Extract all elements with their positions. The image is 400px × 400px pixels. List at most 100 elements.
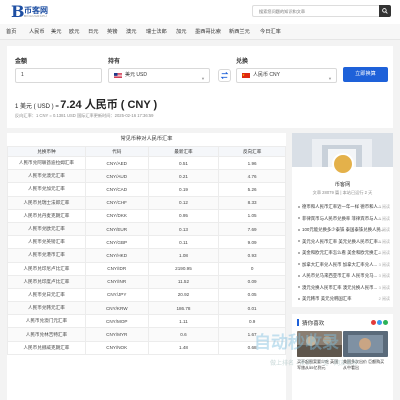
us-flag-icon [114, 73, 122, 78]
bullet-icon [298, 274, 300, 277]
column-header: 代码 [84, 146, 149, 157]
bullet-icon [298, 205, 300, 208]
latest-rate: 0.6 [147, 327, 220, 342]
reverse-rate: 9.09 [218, 235, 286, 250]
latest-rate: 1.11 [147, 314, 220, 329]
logo-letter: B [11, 2, 25, 21]
currency-pair-name: 人民币兑瑞士法郎汇率 [7, 195, 86, 210]
nav-item-cad[interactable]: 加元 [176, 24, 186, 40]
nav-item-today-rate[interactable]: 今日汇率 [260, 24, 281, 40]
article-title: 人民币兑马来西亚币汇率 人民币兑马... [302, 273, 378, 278]
reverse-rate: 0 [218, 261, 286, 276]
nav-item-usd[interactable]: 美元 [51, 24, 61, 40]
author-name[interactable]: 币客网 [292, 181, 393, 188]
reverse-rate: 0.68 [218, 340, 286, 355]
to-currency-select[interactable]: 人民币 CNY ▼ [236, 68, 337, 83]
reverse-rate: 0.01 [218, 301, 286, 316]
column-header: 兑换币种 [7, 146, 86, 157]
latest-rate: 2190.95 [147, 261, 220, 276]
article-item[interactable]: 人民币兑马来西亚币汇率 人民币兑马... 3 阅读 [298, 270, 390, 282]
article-item[interactable]: 美元兑人民币汇率 美元兑换人民币汇率... 5 阅读 [298, 236, 390, 248]
reverse-rate: 1.67 [218, 327, 286, 342]
chevron-down-icon: ▼ [201, 76, 205, 81]
recommend-thumb[interactable] [297, 331, 342, 357]
table-row[interactable]: 人民币兑日元汇率 CNY/JPY 20.92 0.05 [7, 287, 286, 303]
swap-button[interactable] [218, 69, 231, 82]
pair-code: CNY/KRW [84, 301, 149, 316]
currency-pair-name: 人民币兑英镑汇率 [7, 235, 86, 250]
table-row[interactable]: 人民币兑英镑汇率 CNY/GBP 0.11 9.09 [7, 235, 286, 250]
table-row[interactable]: 人民币兑丹麦克朗汇率 CNY/DKK 0.95 1.05 [7, 208, 286, 223]
article-item[interactable]: 100元能兑换多少泰铢 泰国泰铢兑换人民... 6 阅读 [298, 224, 390, 236]
chevron-down-icon: ▼ [328, 76, 332, 81]
nav-item-mxn[interactable]: 墨西哥比索 [195, 24, 221, 40]
nav-item-eur[interactable]: 欧元 [69, 24, 79, 40]
site-logo[interactable]: B 币客网 BINAUGRAPH [11, 4, 71, 20]
nav-item-jpy[interactable]: 日元 [88, 24, 98, 40]
pair-code: CNY/HKD [84, 248, 149, 263]
search-button[interactable] [379, 5, 391, 17]
latest-rate: 11.52 [147, 274, 220, 289]
conversion-result: 1 美元 ( USD ) = 7.24 人民币 ( CNY ) [15, 96, 157, 112]
nav-item-nzd[interactable]: 新西兰元 [229, 24, 250, 40]
latest-rate: 0.95 [147, 208, 220, 223]
reverse-rate-line: 反向汇率：1 CNY = 0.1381 USD 国际汇率更新时间：2025-02… [15, 113, 154, 118]
qq-icon[interactable] [377, 320, 382, 325]
avatar[interactable] [332, 153, 354, 175]
amount-value: 1 [21, 72, 24, 78]
convert-button[interactable]: 立即换算 [343, 67, 388, 82]
currency-pair-name: 人民币兑澳元汇率 [7, 169, 86, 184]
table-row[interactable]: 人民币兑印尼卢比汇率 CNY/IDR 2190.95 0 [7, 261, 286, 276]
recommend-caption[interactable]: 买不起图案要少吃 英国军旅从55亿到元 [297, 359, 342, 370]
article-item[interactable]: 美金和欧元汇率怎么看 美金和欧元换汇... 2 阅读 [298, 247, 390, 259]
table-row[interactable]: 人民币兑韩元汇率 CNY/KRW 186.78 0.01 [7, 301, 286, 316]
article-item[interactable]: 澳元兑换人民币汇率 澳元兑换人民币... 3 阅读 [298, 282, 390, 294]
recommend-panel: 猜你喜欢 买不起图案要少吃 英国军旅从55亿到元 美国多次出价 巨额购买从中看出 [292, 314, 393, 400]
reverse-rate: 7.69 [218, 221, 286, 237]
result-prefix: 1 美元 ( USD ) = [15, 104, 59, 110]
pair-code: CNY/AUD [84, 169, 149, 184]
rate-table-title: 常见币种对人民币汇率 [120, 136, 173, 142]
nav-item-aud[interactable]: 澳元 [126, 24, 136, 40]
amount-field[interactable]: 1 [15, 68, 102, 83]
article-views: 3 阅读 [378, 204, 390, 209]
search-input[interactable] [252, 5, 379, 17]
table-row[interactable]: 人民币兑欧元汇率 CNY/EUR 0.13 7.69 [7, 221, 286, 237]
article-item[interactable]: 美元韩币 美元兑韩国汇率 2 阅读 [298, 293, 390, 305]
table-row[interactable]: 人民币兑澳门元汇率 CNY/MOP 1.11 0.9 [7, 314, 286, 329]
nav-item-chf[interactable]: 瑞士法郎 [146, 24, 167, 40]
nav-item-gbp[interactable]: 英镑 [107, 24, 117, 40]
recommend-caption[interactable]: 美国多次出价 巨额购买从中看出 [343, 359, 388, 370]
currency-pair-name: 人民币兑欧元汇率 [7, 221, 86, 237]
from-currency-select[interactable]: 美元 USD ▼ [108, 68, 210, 83]
weibo-icon[interactable] [371, 320, 376, 325]
table-row[interactable]: 人民币兑瑞士法郎汇率 CNY/CHF 0.12 8.33 [7, 195, 286, 210]
reverse-rate: 0.9 [218, 314, 286, 329]
nav-item-cny[interactable]: 人民币 [29, 24, 45, 40]
reverse-rate: 1.96 [218, 155, 286, 171]
table-row[interactable]: 人民币兑印度卢比汇率 CNY/INR 11.52 0.09 [7, 274, 286, 289]
currency-pair-name: 人民币兑印度卢比汇率 [7, 274, 86, 289]
reverse-rate: 8.33 [218, 195, 286, 210]
article-item[interactable]: 加拿大汇率兑人民币 加拿大汇率兑人... 3 阅读 [298, 259, 390, 271]
bullet-icon [298, 240, 300, 243]
article-title: 加拿大汇率兑人民币 加拿大汇率兑人... [302, 261, 378, 267]
article-views: 3 阅读 [378, 273, 390, 278]
table-row[interactable]: 人民币兑加元汇率 CNY/CAD 0.19 5.26 [7, 182, 286, 197]
article-item[interactable]: 菲律宾币与人民币兑换率 菲律宾币与人... 5 阅读 [298, 213, 390, 225]
table-row[interactable]: 人民币兑阿联酋迪拉姆汇率 CNY/AED 0.51 1.96 [7, 155, 286, 171]
article-views: 3 阅读 [378, 261, 390, 267]
nav-item-home[interactable]: 首页 [6, 24, 16, 40]
table-row[interactable]: 人民币兑林吉特汇率 CNY/MYR 0.6 1.67 [7, 327, 286, 342]
article-item[interactable]: 德币和人民币汇率近一年一样 德币和人... 3 阅读 [298, 201, 390, 213]
currency-converter: 金额 1 持有 美元 USD ▼ 兑换 人民币 CNY ▼ 立即换算 1 美元 … [7, 46, 393, 128]
currency-pair-name: 人民币兑澳门元汇率 [7, 314, 86, 329]
author-stats: 文章 28079 篇 | 本站已运行 2 天 [312, 190, 373, 195]
wechat-icon[interactable] [383, 320, 388, 325]
table-row[interactable]: 人民币兑港币汇率 CNY/HKD 1.08 0.93 [7, 248, 286, 263]
recommend-thumb[interactable] [343, 331, 388, 357]
table-row[interactable]: 人民币兑澳元汇率 CNY/AUD 0.21 4.76 [7, 169, 286, 184]
table-row[interactable]: 人民币兑挪威克朗汇率 CNY/NOK 1.48 0.68 [7, 340, 286, 355]
currency-pair-name: 人民币兑加元汇率 [7, 182, 86, 197]
reverse-rate: 0.09 [218, 274, 286, 289]
